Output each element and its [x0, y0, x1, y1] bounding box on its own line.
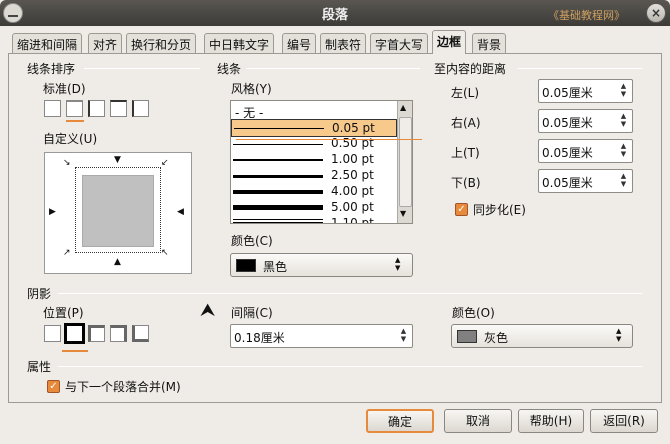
- shadow-top-left-option[interactable]: [88, 325, 105, 342]
- combo-arrow-icon: ▲ ▼: [616, 327, 622, 343]
- shadow-top-right-option[interactable]: [110, 325, 127, 342]
- stepper-arrows-icon: ▲ ▼: [620, 172, 627, 188]
- edge-arrow-icon: ◀: [177, 207, 184, 217]
- top-spacing-stepper[interactable]: 0.05厘米 ▲ ▼: [538, 139, 633, 163]
- tab-borders[interactable]: 边框: [432, 30, 467, 54]
- line-color-select[interactable]: 黑色 ▲ ▼: [230, 253, 413, 277]
- list-item[interactable]: 1.10 pt: [231, 215, 397, 223]
- combo-arrow-icon: ▲ ▼: [395, 256, 401, 272]
- tab-drop-caps[interactable]: 字首大写: [370, 33, 429, 54]
- line-color-label: 颜色(C): [231, 234, 273, 248]
- reset-button[interactable]: 返回(R): [590, 409, 658, 433]
- line-style-list[interactable]: - 无 - 0.05 pt 0.50 pt 1.00 pt 2.50 pt 4.…: [230, 100, 413, 224]
- title-bar[interactable]: 段落 《基础教程网》 ×: [0, 0, 670, 26]
- edge-arrow-icon: ▼: [114, 155, 121, 165]
- sync-checkbox[interactable]: ✓: [455, 203, 468, 216]
- shadow-color-select[interactable]: 灰色 ▲ ▼: [451, 324, 633, 348]
- stepper-arrows-icon: ▲ ▼: [620, 112, 627, 128]
- help-button[interactable]: 帮助(H): [518, 409, 584, 433]
- corner-arrow-icon: ↘: [63, 158, 71, 168]
- user-defined-label: 自定义(U): [43, 132, 98, 146]
- shadow-color-label: 颜色(O): [452, 306, 495, 320]
- right-spacing-stepper[interactable]: 0.05厘米 ▲ ▼: [538, 109, 633, 133]
- ok-button[interactable]: 确定: [366, 409, 434, 433]
- preset-selection-indicator: [66, 120, 84, 122]
- shadow-selection-indicator: [62, 350, 88, 352]
- shadow-heading: 阴影: [27, 287, 52, 301]
- top-spacing-label: 上(T): [451, 146, 480, 160]
- shadow-position-label: 位置(P): [43, 306, 84, 320]
- border-preview-canvas[interactable]: ↘ ↙ ↗ ↖ ▼ ▲ ▶ ◀: [44, 152, 192, 274]
- mouse-pointer-icon: ⮝: [200, 300, 216, 321]
- left-spacing-stepper[interactable]: 0.05厘米 ▲ ▼: [538, 79, 633, 103]
- color-swatch: [236, 259, 256, 272]
- sync-label[interactable]: 同步化(E): [473, 201, 526, 218]
- right-spacing-label: 右(A): [451, 116, 481, 130]
- cancel-button[interactable]: 取消: [444, 409, 512, 433]
- preset-box-border[interactable]: [66, 100, 83, 117]
- bottom-spacing-label: 下(B): [451, 176, 481, 190]
- section-divider: [84, 68, 200, 69]
- edge-arrow-icon: ▶: [49, 207, 56, 217]
- stepper-arrows-icon: ▲ ▼: [400, 327, 407, 343]
- preset-no-border[interactable]: [44, 100, 61, 117]
- scroll-thumb[interactable]: [399, 117, 412, 207]
- tab-background[interactable]: 背景: [472, 33, 507, 54]
- section-divider: [58, 366, 642, 367]
- merge-checkbox[interactable]: ✓: [47, 380, 60, 393]
- tab-text-flow[interactable]: 换行和分页: [126, 33, 197, 54]
- corner-arrow-icon: ↖: [161, 248, 169, 258]
- stepper-arrows-icon: ▲ ▼: [620, 82, 627, 98]
- tab-indent-spacing[interactable]: 缩进和间隔: [12, 33, 83, 54]
- scroll-up-icon[interactable]: ▲: [400, 103, 406, 112]
- tab-numbering[interactable]: 编号: [282, 33, 317, 54]
- section-divider: [518, 68, 642, 69]
- left-spacing-label: 左(L): [451, 86, 480, 100]
- selection-guide-line: [236, 139, 422, 140]
- line-arrangement-heading: 线条排序: [27, 62, 76, 76]
- color-swatch: [457, 330, 477, 343]
- stepper-arrows-icon: ▲ ▼: [620, 142, 627, 158]
- tab-tabs[interactable]: 制表符: [320, 33, 367, 54]
- close-icon[interactable]: ×: [646, 3, 666, 23]
- tab-asian-typography[interactable]: 中日韩文字: [204, 33, 275, 54]
- preset-left-border[interactable]: [132, 100, 149, 117]
- scroll-down-icon[interactable]: ▼: [400, 209, 406, 218]
- style-label: 风格(Y): [231, 82, 272, 96]
- corner-arrow-icon: ↙: [161, 158, 169, 168]
- preset-left-right-border[interactable]: [88, 100, 105, 117]
- corner-arrow-icon: ↗: [63, 248, 71, 258]
- line-heading: 线条: [217, 62, 242, 76]
- shadow-distance-stepper[interactable]: 0.18厘米 ▲ ▼: [230, 324, 413, 348]
- shadow-bottom-right-option[interactable]: [64, 323, 85, 344]
- bottom-spacing-stepper[interactable]: 0.05厘米 ▲ ▼: [538, 169, 633, 193]
- shadow-none-option[interactable]: [44, 325, 61, 342]
- preset-top-bottom-border[interactable]: [110, 100, 127, 117]
- section-divider: [246, 68, 420, 69]
- preview-paragraph-block: [82, 175, 154, 247]
- section-divider: [58, 293, 642, 294]
- shadow-distance-label: 间隔(C): [231, 306, 273, 320]
- edge-arrow-icon: ▲: [114, 257, 121, 267]
- spacing-heading: 至内容的距离: [434, 62, 507, 76]
- shadow-color-value: 灰色: [484, 331, 509, 345]
- default-label: 标准(D): [43, 82, 86, 96]
- tab-alignment[interactable]: 对齐: [88, 33, 123, 54]
- watermark-text: 《基础教程网》: [548, 9, 625, 22]
- shadow-bottom-left-option[interactable]: [132, 325, 149, 342]
- line-color-value: 黑色: [263, 260, 288, 274]
- line-style-scrollbar[interactable]: ▲ ▼: [397, 101, 412, 223]
- merge-label[interactable]: 与下一个段落合并(M): [65, 378, 181, 395]
- properties-heading: 属性: [27, 360, 52, 374]
